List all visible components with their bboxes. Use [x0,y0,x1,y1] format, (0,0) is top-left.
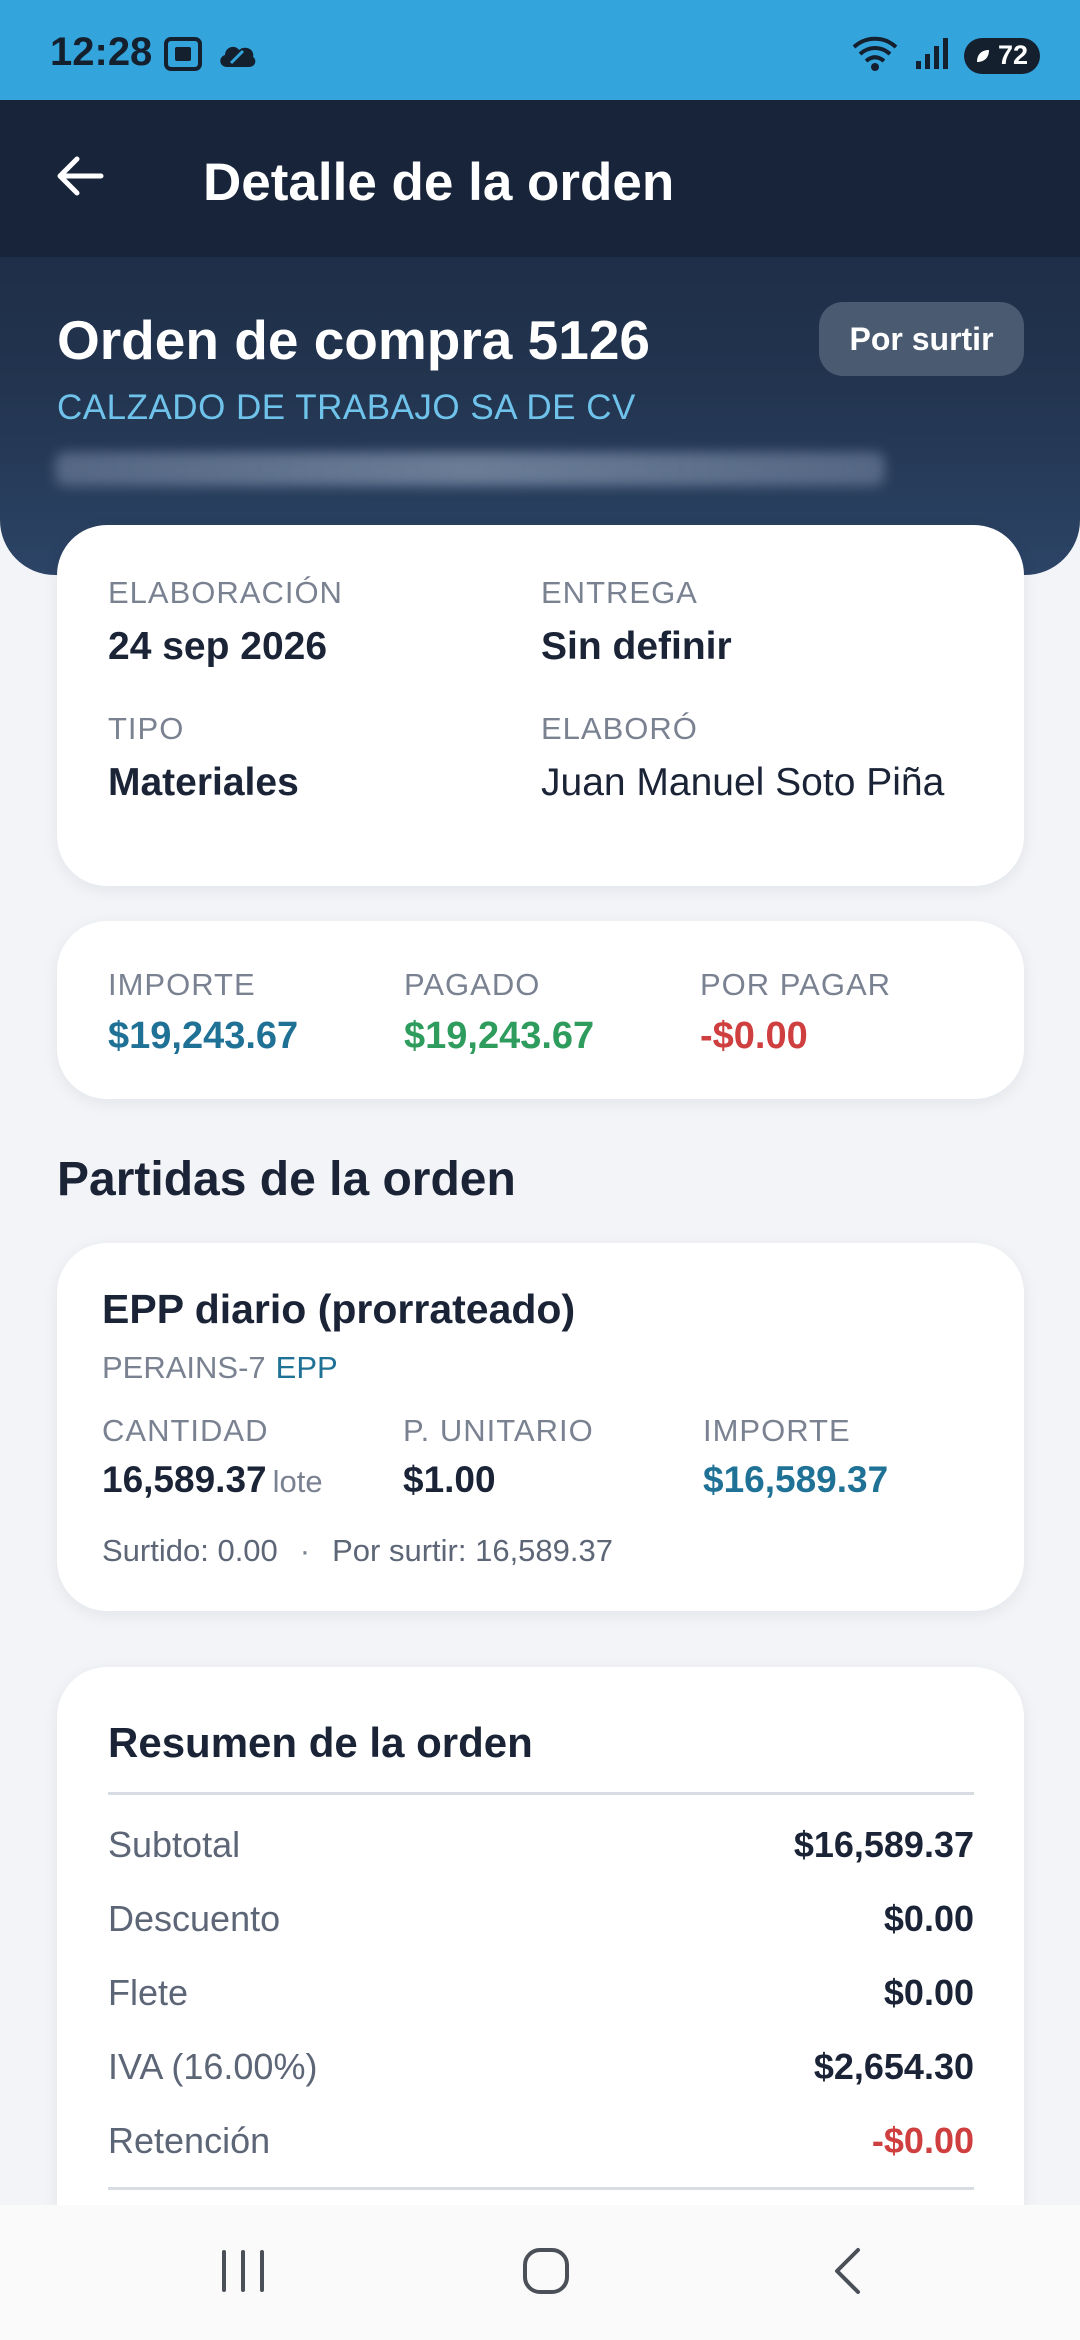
summary-row-iva: IVA (16.00%) $2,654.30 [108,2046,974,2088]
elaboro-label: ELABORÓ [541,711,698,746]
battery-icon: 72 [963,37,1040,74]
status-bar: 12:28 72 [0,0,1080,100]
summary-title: Resumen de la orden [108,1719,533,1766]
item-por-surtir: Por surtir: 16,589.37 [332,1533,614,1568]
back-nav-icon [828,2246,868,2301]
summary-value: $16,589.37 [793,1824,974,1865]
arrow-left-icon [55,154,105,203]
app-bar: Detalle de la orden [0,100,1080,257]
tipo-label: TIPO [108,711,185,746]
importe-field: IMPORTE $19,243.67 [108,967,298,1058]
items-section-title: Partidas de la orden [57,1153,516,1206]
summary-label: Flete [108,1972,189,2013]
payment-totals-card: IMPORTE $19,243.67 PAGADO $19,243.67 POR… [57,921,1024,1099]
summary-row-subtotal: Subtotal $16,589.37 [108,1824,974,1866]
summary-label: Retención [108,2120,271,2161]
item-cantidad-label: CANTIDAD [102,1413,269,1448]
status-time: 12:28 [50,30,153,74]
entrega-field: ENTREGA Sin definir [541,575,732,669]
recent-apps-button[interactable] [193,2243,293,2303]
elaboracion-field: ELABORACIÓN 24 sep 2026 [108,575,343,669]
pagado-label: PAGADO [404,967,541,1002]
system-nav-bar [0,2205,1080,2340]
item-fulfillment: Surtido: 0.00 · Por surtir: 16,589.37 [102,1533,613,1569]
pagado-value: $19,243.67 [404,1015,595,1057]
cloud-icon [217,39,257,74]
item-unitario-label: P. UNITARIO [403,1413,594,1448]
status-icons-left [163,36,257,77]
summary-label: IVA (16.00%) [108,2046,318,2087]
importe-label: IMPORTE [108,967,256,1002]
item-separator: · [299,1533,311,1568]
summary-divider [108,1792,974,1795]
elaboracion-label: ELABORACIÓN [108,575,343,610]
battery-level: 72 [997,40,1028,70]
wifi-icon [850,34,900,77]
item-importe-label: IMPORTE [703,1413,851,1448]
summary-value: $0.00 [883,1972,974,2013]
home-button[interactable] [496,2243,596,2303]
pagado-field: PAGADO $19,243.67 [404,967,594,1058]
summary-row-descuento: Descuento $0.00 [108,1898,974,1940]
tipo-field: TIPO Materiales [108,711,299,805]
summary-value: -$0.00 [871,2120,974,2161]
home-icon [521,2246,571,2301]
tipo-value: Materiales [108,761,299,804]
item-cantidad-value-wrap: 16,589.37 lote [102,1459,323,1501]
elaboracion-value: 24 sep 2026 [108,625,328,668]
por-pagar-value: -$0.00 [700,1015,808,1057]
status-icons-right: 72 [850,34,1040,77]
importe-value: $19,243.67 [108,1015,299,1057]
entrega-value: Sin definir [541,625,732,668]
item-importe-value: $16,589.37 [703,1459,889,1500]
por-pagar-label: POR PAGAR [700,967,892,1002]
elaboro-value: Juan Manuel Soto Piña [541,761,945,804]
item-surtido: Surtido: 0.00 [102,1533,278,1568]
supplier-name: CALZADO DE TRABAJO SA DE CV [57,388,636,427]
page-title: Detalle de la orden [203,153,675,212]
order-header: Detalle de la orden Orden de compra 5126… [0,100,1080,575]
signal-icon [914,35,950,76]
item-cantidad-value: 16,589.37 [102,1459,267,1500]
back-nav-button[interactable] [798,2243,898,2303]
summary-label: Subtotal [108,1824,241,1865]
redacted-supplier-details [55,452,885,486]
por-pagar-field: POR PAGAR -$0.00 [700,967,891,1058]
item-meta: PERAINS-7 EPP [102,1350,338,1386]
item-name: EPP diario (prorrateado) [102,1286,576,1332]
elaboro-field: ELABORÓ Juan Manuel Soto Piña [541,711,944,805]
item-importe: IMPORTE $16,589.37 [703,1413,888,1501]
list-item[interactable]: EPP diario (prorrateado) PERAINS-7 EPP CA… [57,1243,1024,1611]
summary-divider [108,2187,974,2190]
item-cantidad: CANTIDAD 16,589.37 lote [102,1413,323,1501]
item-unitario-value: $1.00 [403,1459,496,1500]
item-unit: lote [272,1464,323,1499]
recent-apps-icon [218,2248,268,2299]
entrega-label: ENTREGA [541,575,698,610]
screenshot-icon [163,36,203,77]
back-button[interactable] [48,146,112,210]
summary-row-retencion: Retención -$0.00 [108,2120,974,2162]
summary-label: Descuento [108,1898,281,1939]
summary-value: $2,654.30 [813,2046,974,2087]
item-tag: EPP [275,1350,338,1385]
order-info-card: ELABORACIÓN 24 sep 2026 ENTREGA Sin defi… [57,525,1024,886]
item-code: PERAINS-7 [102,1350,266,1385]
item-unitario: P. UNITARIO $1.00 [403,1413,594,1501]
summary-value: $0.00 [883,1898,974,1939]
summary-row-flete: Flete $0.00 [108,1972,974,2014]
status-badge: Por surtir [819,302,1024,376]
order-title: Orden de compra 5126 [57,309,651,371]
